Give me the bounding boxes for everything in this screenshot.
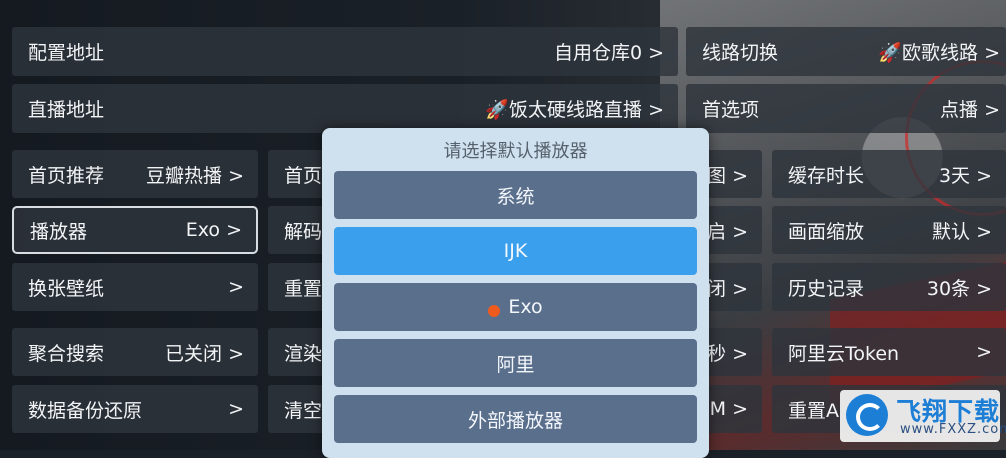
setting-aggregate-search[interactable]: 聚合搜索 已关闭 > — [12, 328, 258, 376]
setting-label: 画面缩放 — [788, 220, 865, 243]
setting-live-address[interactable]: 直播地址 🚀饭太硬线路直播 > — [12, 84, 678, 133]
player-option-system[interactable]: 系统 — [334, 171, 697, 219]
player-select-dialog: 请选择默认播放器 系统 IJK Exo 阿里 外部播放器 — [322, 128, 709, 458]
player-option-ijk[interactable]: IJK — [334, 227, 697, 275]
setting-label: 首页 — [284, 164, 323, 187]
player-option-ali[interactable]: 阿里 — [334, 339, 697, 387]
fxxz-logo-icon — [846, 394, 888, 436]
setting-label: 聚合搜索 — [28, 342, 105, 365]
setting-value: 启 > — [707, 220, 748, 243]
watermark-url: www.FXXZ.com — [900, 422, 1006, 437]
setting-value: > — [228, 276, 244, 298]
option-label: 系统 — [496, 185, 535, 208]
watermark-logo: 飞翔下载 www.FXXZ.com — [840, 390, 1006, 442]
setting-preferred[interactable]: 首选项 点播 > — [686, 84, 1006, 133]
option-label: IJK — [503, 240, 528, 262]
setting-label: 配置地址 — [28, 42, 105, 64]
setting-label: 首页推荐 — [28, 164, 105, 187]
setting-value: > — [228, 398, 244, 420]
setting-label: 缓存时长 — [788, 164, 865, 187]
setting-line-switch[interactable]: 线路切换 🚀欧歌线路 > — [686, 27, 1006, 76]
setting-home-recommend[interactable]: 首页推荐 豆瓣热播 > — [12, 150, 258, 198]
setting-label: 解码 — [284, 220, 323, 243]
setting-value: 点播 > — [940, 99, 1000, 121]
setting-label: 数据备份还原 — [28, 399, 143, 422]
setting-label: 播放器 — [30, 220, 88, 243]
setting-label: 历史记录 — [788, 277, 865, 300]
setting-value: 秒 > — [707, 342, 748, 365]
dialog-title: 请选择默认播放器 — [443, 141, 588, 162]
setting-label: 直播地址 — [28, 99, 105, 121]
setting-value: > — [976, 341, 992, 363]
setting-label: 线路切换 — [702, 42, 779, 64]
setting-cache-time[interactable]: 缓存时长 3天 > — [772, 150, 1006, 198]
option-label: 外部播放器 — [467, 409, 563, 432]
setting-value: 🚀欧歌线路 > — [878, 42, 1000, 64]
setting-backup-restore[interactable]: 数据备份还原 > — [12, 385, 258, 433]
setting-label: 首选项 — [702, 99, 760, 121]
setting-value: 自用仓库0 > — [553, 42, 664, 64]
setting-label: 渲染 — [284, 342, 323, 365]
setting-value: Exo > — [185, 219, 242, 241]
option-label: Exo — [508, 296, 543, 318]
setting-value: 闭 > — [707, 277, 748, 300]
setting-label: 阿里云Token — [788, 342, 900, 365]
setting-label: 重置A — [788, 399, 839, 422]
current-selection-dot-icon — [488, 305, 501, 317]
setting-value: 豆瓣热播 > — [146, 164, 244, 187]
setting-config-address[interactable]: 配置地址 自用仓库0 > — [12, 27, 678, 76]
setting-value: 已关闭 > — [165, 342, 244, 365]
setting-value: 🚀饭太硬线路直播 > — [485, 99, 664, 121]
setting-scale[interactable]: 画面缩放 默认 > — [772, 206, 1006, 254]
setting-value: 默认 > — [932, 220, 992, 243]
setting-player[interactable]: 播放器 Exo > — [12, 206, 258, 254]
setting-value: 3天 > — [938, 164, 992, 187]
setting-label: 重置 — [284, 277, 323, 300]
player-option-external[interactable]: 外部播放器 — [334, 395, 697, 443]
setting-history[interactable]: 历史记录 30条 > — [772, 263, 1006, 311]
setting-label: 清空 — [284, 399, 323, 422]
setting-value: 30条 > — [926, 277, 992, 300]
setting-label: 换张壁纸 — [28, 277, 105, 300]
setting-value: 图 > — [707, 164, 748, 187]
setting-ali-token[interactable]: 阿里云Token > — [772, 328, 1006, 376]
setting-wallpaper[interactable]: 换张壁纸 > — [12, 263, 258, 311]
player-option-exo[interactable]: Exo — [334, 283, 697, 331]
option-label: 阿里 — [496, 353, 535, 376]
